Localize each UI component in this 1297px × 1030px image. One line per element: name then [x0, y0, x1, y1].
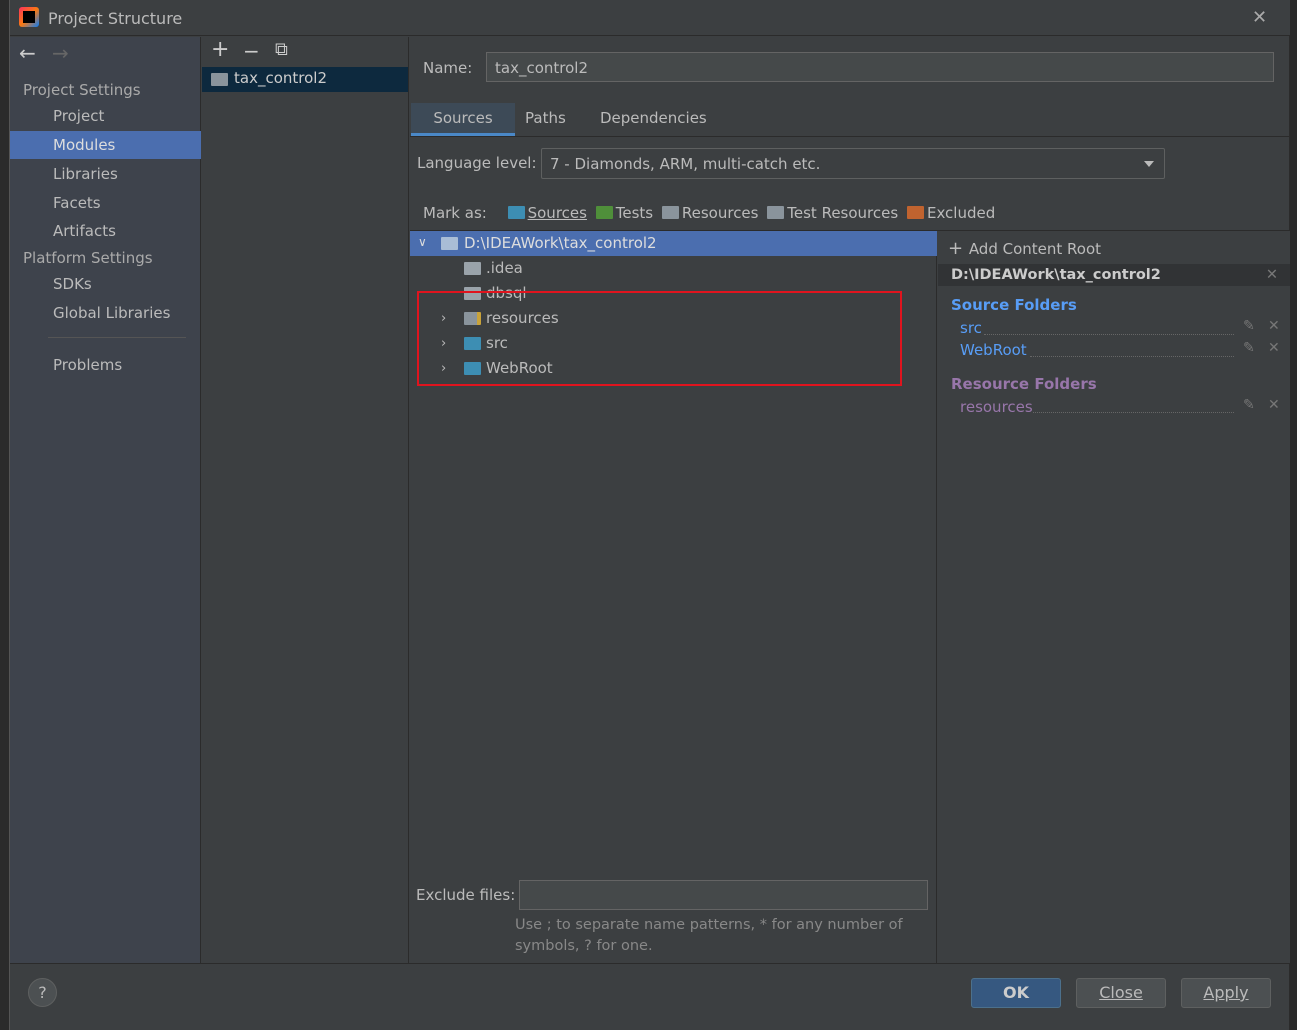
- module-list-panel: + − ⧉ tax_control2: [202, 37, 409, 963]
- close-icon[interactable]: ✕: [1266, 264, 1278, 286]
- content-root-panel: + Add Content Root D:\IDEAWork\tax_contr…: [938, 231, 1290, 963]
- source-folders-title: Source Folders: [951, 296, 1077, 314]
- language-level-value: 7 - Diamonds, ARM, multi-catch etc.: [550, 155, 821, 173]
- nav-item-modules[interactable]: Modules: [10, 131, 201, 159]
- hint-line: Use ; to separate name patterns, * for a…: [515, 917, 903, 933]
- name-input[interactable]: tax_control2: [486, 52, 1274, 82]
- tab-label: Dependencies: [600, 109, 707, 127]
- name-value: tax_control2: [495, 59, 588, 77]
- module-item-tax-control2[interactable]: tax_control2: [202, 67, 408, 92]
- tree-item-idea[interactable]: .idea: [410, 256, 937, 281]
- apply-button[interactable]: Apply: [1181, 978, 1271, 1008]
- footer-divider: [10, 963, 1290, 964]
- exclude-files-input[interactable]: [519, 880, 928, 910]
- mark-excluded-button[interactable]: Excluded: [906, 204, 995, 222]
- module-folder-icon: [211, 73, 228, 86]
- nav-item-artifacts[interactable]: Artifacts: [10, 217, 201, 245]
- chevron-down-icon[interactable]: ∨: [418, 230, 427, 255]
- source-folder-src[interactable]: src: [960, 319, 982, 337]
- back-icon[interactable]: ←: [19, 41, 36, 65]
- name-label: Name:: [423, 59, 473, 77]
- edit-icon[interactable]: ✎: [1243, 397, 1255, 413]
- edit-icon[interactable]: ✎: [1243, 340, 1255, 356]
- mark-as-label: Mark as:: [423, 204, 487, 222]
- copy-module-icon[interactable]: ⧉: [275, 39, 288, 60]
- nav-item-facets[interactable]: Facets: [10, 189, 201, 217]
- ok-button[interactable]: OK: [971, 978, 1061, 1008]
- dotted-leader: [1033, 412, 1234, 413]
- settings-nav: ← → Project Settings Project Modules Lib…: [10, 37, 201, 963]
- exclude-hint: Use ; to separate name patterns, * for a…: [515, 915, 903, 957]
- nav-header-platform-settings: Platform Settings: [23, 249, 153, 267]
- close-icon[interactable]: ✕: [1252, 7, 1267, 28]
- add-module-icon[interactable]: +: [211, 37, 229, 62]
- resource-folder-resources[interactable]: resources: [960, 398, 1033, 416]
- window-title: Project Structure: [48, 9, 183, 28]
- nav-item-libraries[interactable]: Libraries: [10, 160, 201, 188]
- mark-resources-button[interactable]: Resources: [661, 204, 758, 222]
- tab-sources[interactable]: Sources: [411, 103, 515, 136]
- nav-item-global-libraries[interactable]: Global Libraries: [10, 299, 201, 327]
- mark-tests-button[interactable]: Tests: [595, 204, 653, 222]
- intellij-logo-icon: [19, 7, 39, 27]
- language-level-select[interactable]: 7 - Diamonds, ARM, multi-catch etc.: [541, 148, 1165, 179]
- add-content-root-button[interactable]: + Add Content Root: [948, 238, 1101, 259]
- tab-label: Sources: [433, 109, 493, 127]
- nav-item-sdks[interactable]: SDKs: [10, 270, 201, 298]
- mark-test-resources-button[interactable]: Test Resources: [767, 204, 898, 222]
- tests-folder-icon: [595, 206, 613, 219]
- nav-item-problems[interactable]: Problems: [10, 351, 201, 379]
- test-resources-folder-icon: [767, 206, 785, 219]
- tab-paths[interactable]: Paths: [525, 103, 566, 136]
- help-icon: ?: [38, 983, 47, 1002]
- project-structure-dialog: Project Structure ✕ ← → Project Settings…: [9, 0, 1290, 1030]
- content-tree: ∨ D:\IDEAWork\tax_control2 .idea dbsql ›…: [410, 231, 937, 963]
- tree-item-label: .idea: [486, 259, 523, 277]
- resource-folders-title: Resource Folders: [951, 375, 1097, 393]
- forward-icon[interactable]: →: [52, 41, 69, 65]
- content-root-header: D:\IDEAWork\tax_control2 ✕: [938, 264, 1290, 286]
- edit-icon[interactable]: ✎: [1243, 318, 1255, 334]
- title-bar: Project Structure ✕: [10, 0, 1290, 36]
- highlight-box: [417, 291, 902, 386]
- nav-header-project-settings: Project Settings: [23, 81, 141, 99]
- remove-icon[interactable]: ✕: [1268, 340, 1280, 356]
- module-name: tax_control2: [234, 69, 327, 87]
- dotted-leader: [1030, 356, 1234, 357]
- excluded-folder-icon: [906, 206, 924, 219]
- tree-root-label: D:\IDEAWork\tax_control2: [464, 234, 657, 252]
- mark-sources-button[interactable]: Sources: [507, 204, 587, 222]
- nav-item-project[interactable]: Project: [10, 102, 201, 130]
- folder-icon: [464, 262, 481, 275]
- language-level-label: Language level:: [417, 154, 537, 172]
- sources-folder-icon: [507, 206, 525, 219]
- chevron-down-icon: [1144, 161, 1154, 167]
- dotted-leader: [984, 334, 1234, 335]
- mark-as-bar: Mark as: Sources Tests Resources Test Re…: [423, 204, 995, 222]
- close-button[interactable]: Close: [1076, 978, 1166, 1008]
- resources-folder-icon: [661, 206, 679, 219]
- remove-module-icon[interactable]: −: [243, 39, 260, 63]
- tab-dependencies[interactable]: Dependencies: [600, 103, 707, 136]
- remove-icon[interactable]: ✕: [1268, 397, 1280, 413]
- tree-root[interactable]: ∨ D:\IDEAWork\tax_control2: [410, 231, 937, 256]
- content-root-path: D:\IDEAWork\tax_control2: [951, 267, 1161, 283]
- nav-divider: [48, 337, 186, 338]
- exclude-files-label: Exclude files:: [416, 886, 516, 904]
- folder-icon: [441, 237, 458, 250]
- tab-divider: [410, 136, 1290, 137]
- remove-icon[interactable]: ✕: [1268, 318, 1280, 334]
- plus-icon: +: [948, 238, 969, 259]
- hint-line: symbols, ? for one.: [515, 938, 653, 954]
- source-folder-webroot[interactable]: WebRoot: [960, 341, 1027, 359]
- tab-label: Paths: [525, 109, 566, 127]
- help-button[interactable]: ?: [28, 978, 57, 1007]
